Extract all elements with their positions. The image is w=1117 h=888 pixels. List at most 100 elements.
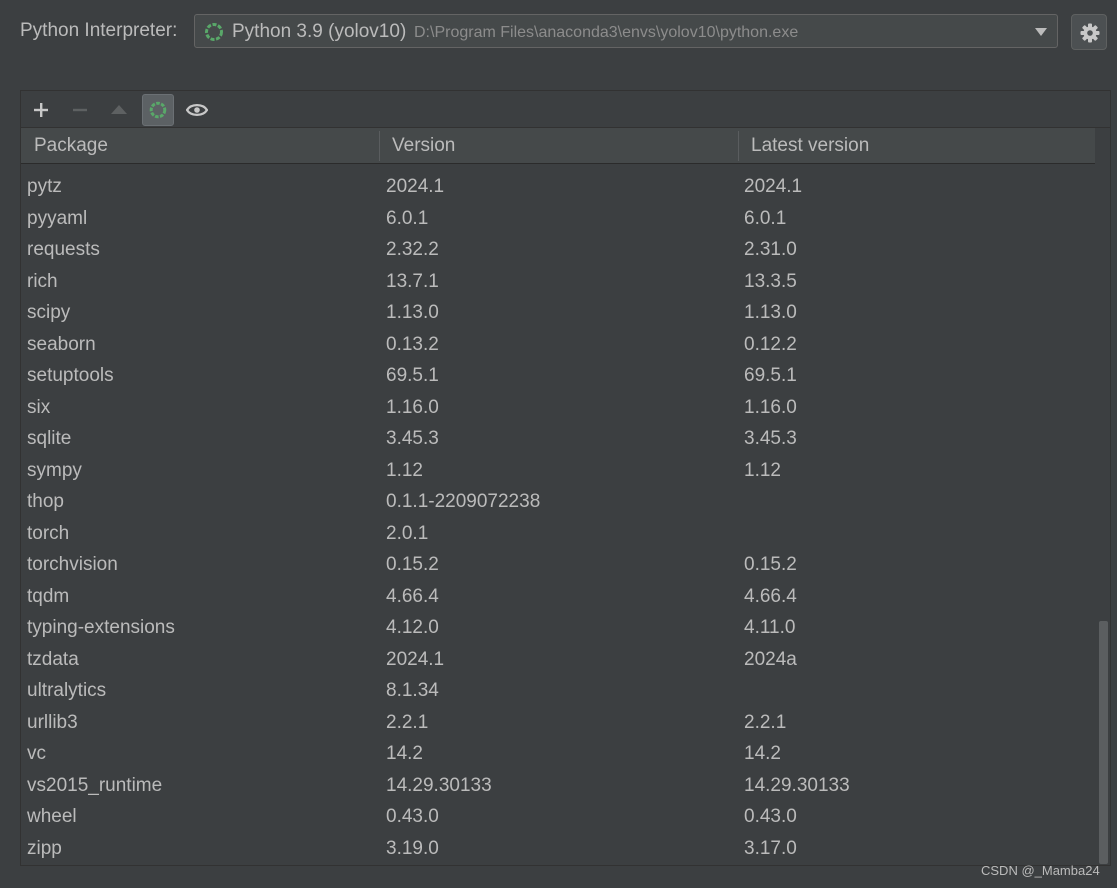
installed-version-cell: 1.16.0 xyxy=(386,396,439,418)
installed-version-cell: 2024.1 xyxy=(386,176,445,197)
table-row[interactable]: scipy 1.13.0 1.13.0 xyxy=(21,297,1095,329)
package-name-cell: thop xyxy=(27,491,64,512)
package-name-cell: torch xyxy=(27,522,70,544)
interpreter-label: Python Interpreter: xyxy=(20,20,178,41)
latest-version-cell: 1.13.0 xyxy=(744,302,797,323)
table-row[interactable]: tqdm 4.66.4 4.66.4 xyxy=(21,581,1095,613)
upgrade-package-button[interactable] xyxy=(103,94,135,126)
installed-version-cell: 14.2 xyxy=(386,743,423,764)
package-name-cell: tqdm xyxy=(27,585,70,607)
table-row[interactable]: thop 0.1.1-2209072238 xyxy=(21,486,1095,518)
latest-version-cell: 14.2 xyxy=(744,743,781,764)
table-row[interactable]: zipp 3.19.0 3.17.0 xyxy=(21,833,1095,865)
table-row[interactable]: setuptools 69.5.1 69.5.1 xyxy=(21,360,1095,392)
table-row[interactable]: ultralytics 8.1.34 xyxy=(21,675,1095,707)
installed-version-cell: 3.45.3 xyxy=(386,428,439,449)
installed-version-cell: 69.5.1 xyxy=(386,365,439,386)
uninstall-package-button[interactable] xyxy=(64,94,96,126)
package-name-cell: sympy xyxy=(27,459,82,481)
package-name-cell: rich xyxy=(27,270,58,292)
table-row[interactable]: vs2015_runtime 14.29.30133 14.29.30133 xyxy=(21,770,1095,802)
scrollbar-thumb[interactable] xyxy=(1099,621,1108,864)
interpreter-settings-button[interactable] xyxy=(1071,14,1107,50)
install-package-button[interactable] xyxy=(25,94,57,126)
packages-table-body: pytz 2024.1 2024.1 pyyaml 6.0.1 6.0.1 requests… xyxy=(21,164,1095,865)
table-row[interactable]: vc 14.2 14.2 xyxy=(21,738,1095,770)
latest-version-cell: 3.45.3 xyxy=(744,428,797,449)
remove-icon xyxy=(73,108,87,112)
latest-version-cell: 3.17.0 xyxy=(744,837,797,859)
installed-version-cell: 1.12 xyxy=(386,459,423,481)
gear-icon xyxy=(1080,23,1100,43)
package-name-cell: typing-extensions xyxy=(27,617,175,638)
installed-version-cell: 2.0.1 xyxy=(386,522,429,544)
table-row[interactable]: pytz 2024.1 2024.1 xyxy=(21,171,1095,203)
package-name-cell: urllib3 xyxy=(27,711,78,733)
packages-table-header: Package Version Latest version xyxy=(21,128,1095,164)
latest-version-cell: 69.5.1 xyxy=(744,365,797,386)
latest-version-cell: 2024.1 xyxy=(744,176,803,197)
package-name-cell: requests xyxy=(27,239,100,260)
installed-version-cell: 2.2.1 xyxy=(386,711,429,733)
latest-version-cell: 0.15.2 xyxy=(744,554,797,575)
package-name-cell: pyyaml xyxy=(27,207,88,229)
table-row[interactable]: tzdata 2024.1 2024a xyxy=(21,644,1095,676)
refresh-button[interactable] xyxy=(142,94,174,126)
installed-version-cell: 3.19.0 xyxy=(386,837,439,859)
column-divider[interactable] xyxy=(738,131,739,161)
installed-version-cell: 1.13.0 xyxy=(386,302,439,323)
table-row[interactable]: wheel 0.43.0 0.43.0 xyxy=(21,801,1095,833)
interpreter-row: Python Interpreter: Python 3.9 (yolov10)… xyxy=(0,0,1117,66)
package-name-cell: sqlite xyxy=(27,428,72,449)
latest-version-cell: 4.11.0 xyxy=(744,617,796,638)
installed-version-cell: 2024.1 xyxy=(386,648,445,670)
package-name-cell: pytz xyxy=(27,176,62,197)
package-name-cell: six xyxy=(27,396,51,418)
installed-version-cell: 0.43.0 xyxy=(386,806,439,827)
installed-version-cell: 0.15.2 xyxy=(386,554,439,575)
packages-toolbar xyxy=(21,91,1110,128)
table-row[interactable]: six 1.16.0 1.16.0 xyxy=(21,392,1095,424)
latest-version-cell: 2.31.0 xyxy=(744,239,797,260)
latest-version-cell: 2.2.1 xyxy=(744,711,787,733)
package-name-cell: seaborn xyxy=(27,333,96,355)
package-name-cell: torchvision xyxy=(27,554,118,575)
watermark: CSDN @_Mamba24 xyxy=(981,863,1100,878)
installed-version-cell: 13.7.1 xyxy=(386,270,439,292)
latest-version-cell: 0.12.2 xyxy=(744,333,797,355)
package-name-cell: tzdata xyxy=(27,648,79,670)
latest-version-cell: 1.12 xyxy=(744,459,781,481)
upgrade-icon xyxy=(111,105,127,114)
latest-version-cell: 6.0.1 xyxy=(744,207,787,229)
column-divider[interactable] xyxy=(379,131,380,161)
add-icon xyxy=(34,103,48,117)
table-row[interactable]: typing-extensions 4.12.0 4.11.0 xyxy=(21,612,1095,644)
package-name-cell: vs2015_runtime xyxy=(27,774,163,796)
package-name-cell: vc xyxy=(27,743,46,764)
interpreter-name: Python 3.9 (yolov10) xyxy=(232,21,407,42)
latest-version-cell: 0.43.0 xyxy=(744,806,797,827)
table-row[interactable]: pyyaml 6.0.1 6.0.1 xyxy=(21,203,1095,235)
table-row[interactable]: urllib3 2.2.1 2.2.1 xyxy=(21,707,1095,739)
show-early-releases-button[interactable] xyxy=(181,94,213,126)
latest-version-cell: 14.29.30133 xyxy=(744,774,850,796)
column-header-package[interactable]: Package xyxy=(34,128,108,164)
table-row[interactable]: sqlite 3.45.3 3.45.3 xyxy=(21,423,1095,455)
column-header-latest-version[interactable]: Latest version xyxy=(751,128,869,164)
table-row[interactable]: seaborn 0.13.2 0.12.2 xyxy=(21,329,1095,361)
table-row[interactable]: sympy 1.12 1.12 xyxy=(21,455,1095,487)
package-name-cell: ultralytics xyxy=(27,680,107,701)
installed-version-cell: 8.1.34 xyxy=(386,680,439,701)
eye-icon xyxy=(186,104,208,116)
table-row[interactable]: torch 2.0.1 xyxy=(21,518,1095,550)
latest-version-cell: 1.16.0 xyxy=(744,396,797,418)
chevron-down-icon xyxy=(1035,28,1047,36)
table-row[interactable]: requests 2.32.2 2.31.0 xyxy=(21,234,1095,266)
table-row[interactable]: torchvision 0.15.2 0.15.2 xyxy=(21,549,1095,581)
package-name-cell: zipp xyxy=(27,837,62,859)
installed-version-cell: 4.12.0 xyxy=(386,617,439,638)
vertical-scrollbar[interactable] xyxy=(1096,164,1110,865)
table-row[interactable]: rich 13.7.1 13.3.5 xyxy=(21,266,1095,298)
column-header-version[interactable]: Version xyxy=(392,128,455,164)
interpreter-select[interactable]: Python 3.9 (yolov10) D:\Program Files\an… xyxy=(194,14,1058,48)
